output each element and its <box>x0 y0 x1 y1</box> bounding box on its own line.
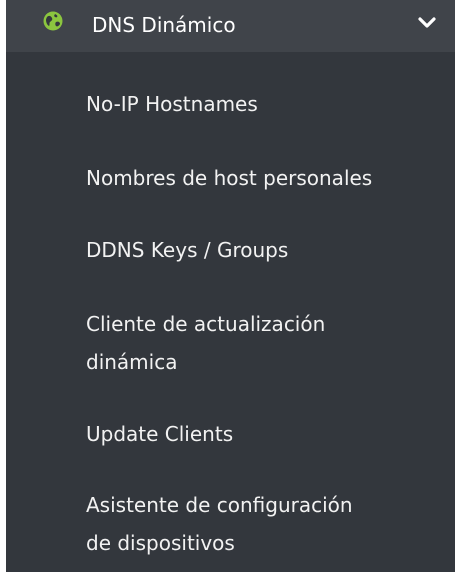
globe-icon <box>43 11 63 31</box>
menu-item-nombres-de-host-personales[interactable]: Nombres de host personales <box>86 159 451 197</box>
section-title: DNS Dinámico <box>92 13 236 37</box>
menu-item-update-clients[interactable]: Update Clients <box>86 415 451 453</box>
section-header-dns-dinamico[interactable]: DNS Dinámico <box>6 0 455 52</box>
menu-item-label: DDNS Keys / Groups <box>86 238 289 262</box>
menu-item-cliente-de-actualizacion-dinamica[interactable]: Cliente de actualización dinámica <box>86 305 451 381</box>
menu-item-label-line-2: de dispositivos <box>86 531 235 555</box>
menu-item-label: Update Clients <box>86 422 234 446</box>
menu-item-label: Nombres de host personales <box>86 166 373 190</box>
sidebar-menu: DNS Dinámico No-IP Hostnames Nombres de … <box>6 0 455 572</box>
chevron-down-icon[interactable] <box>418 17 436 29</box>
menu-item-label-line-1: Asistente de configuración <box>86 493 353 517</box>
menu-item-ddns-keys-groups[interactable]: DDNS Keys / Groups <box>86 231 451 269</box>
menu-item-label: No-IP Hostnames <box>86 92 258 116</box>
menu-item-label-line-2: dinámica <box>86 350 178 374</box>
menu-item-no-ip-hostnames[interactable]: No-IP Hostnames <box>86 85 451 123</box>
menu-item-asistente-de-configuracion[interactable]: Asistente de configuración de dispositiv… <box>86 486 451 562</box>
menu-item-label-line-1: Cliente de actualización <box>86 312 326 336</box>
